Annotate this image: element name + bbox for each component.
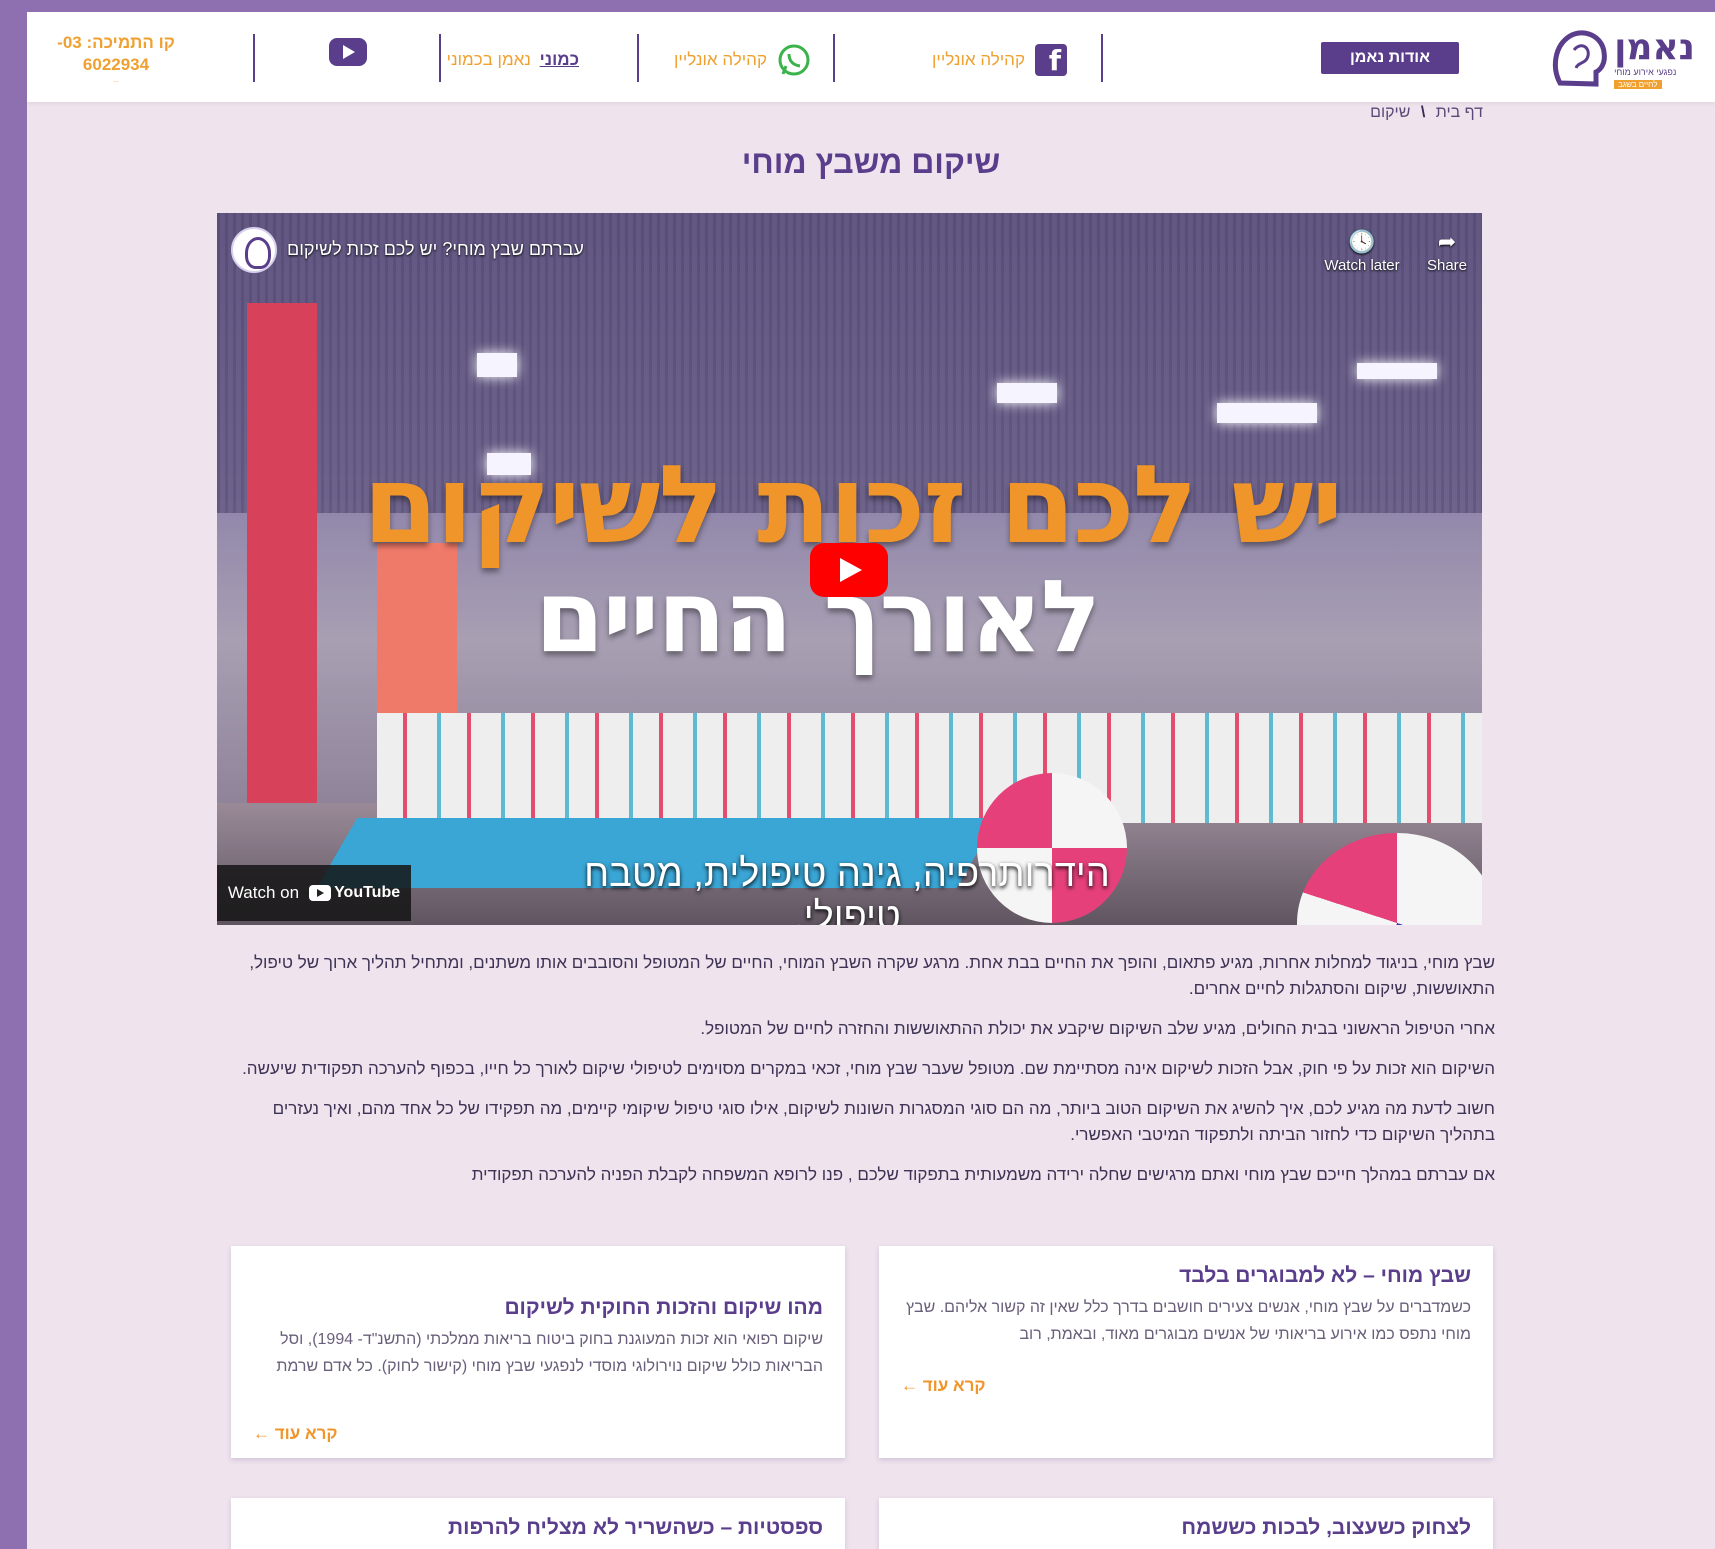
video-caption: הידרותרפיה, גינה טיפולית, מטבח טיפולי. (584, 853, 1110, 925)
article-body: שבץ מוחי, בניגוד למחלות אחרות, מגיע פתאו… (225, 950, 1495, 1202)
support-label: קו התמיכה: 03- (57, 33, 175, 52)
support-line[interactable]: קו התמיכה: 03- 6022934 ... (51, 32, 181, 86)
page-title: שיקום משבץ מוחי (741, 144, 1001, 180)
article-card[interactable]: שבץ מוחי – לא למבוגרים בלבד כשמדברים על … (879, 1246, 1493, 1458)
whatsapp-community-link[interactable]: קהילה אונליין (674, 40, 811, 80)
youtube-wordmark: YouTube (334, 884, 401, 901)
article-paragraph: אם עברתם במהלך חייכם שבץ מוחי ואתם מרגיש… (471, 1165, 1495, 1184)
facebook-community-link[interactable]: f קהילה אונליין (932, 40, 1067, 80)
logo-name: נאמן (1614, 26, 1695, 68)
header-divider (637, 34, 639, 82)
share-button[interactable]: ➦ Share (1402, 227, 1482, 274)
kamoni-link[interactable]: כמוני נאמן בכמוני (447, 40, 579, 80)
watch-on-label: Watch on (227, 883, 300, 902)
read-more-link[interactable]: קרא עוד ← (901, 1376, 986, 1396)
head-logo-icon (1552, 30, 1607, 87)
card-title[interactable]: ספסטיות – כשהשריר לא מצליח להרפות (253, 1516, 823, 1540)
logo-sub: נפגעי אירוע מוחי (1614, 66, 1677, 77)
video-embed[interactable]: עברתם שבץ מוחי? יש לכם זכות לשיקום 🕓 Wat… (217, 213, 1482, 925)
article-card[interactable]: מהו שיקום והזכות החוקית לשיקום שיקום רפו… (231, 1246, 845, 1458)
header-divider (439, 34, 441, 82)
article-paragraph: שבץ מוחי, בניגוד למחלות אחרות, מגיע פתאו… (249, 953, 1495, 998)
video-scene-light (477, 353, 517, 377)
logo-tag: לחיים בשגב (1614, 79, 1662, 89)
header-divider (833, 34, 835, 82)
breadcrumb-current: שיקום (1370, 104, 1411, 121)
share-label: Share (1426, 257, 1468, 274)
support-small-text: ... (113, 77, 119, 84)
channel-avatar-icon[interactable] (231, 227, 277, 273)
article-card[interactable]: ספסטיות – כשהשריר לא מצליח להרפות (231, 1498, 845, 1549)
kamoni-brand: כמוני (539, 50, 579, 69)
video-scene-light (997, 383, 1057, 403)
youtube-play-icon (309, 885, 332, 901)
facebook-icon: f (1035, 44, 1067, 76)
whatsapp-icon (778, 44, 810, 76)
read-more-link[interactable]: קרא עוד ← (253, 1424, 338, 1444)
youtube-icon[interactable] (329, 38, 367, 66)
article-paragraph: השיקום הוא זכות על פי חוק, אבל הזכות לשי… (242, 1059, 1495, 1078)
page-frame: נאמן נפגעי אירוע מוחי לחיים בשגב אודות נ… (27, 12, 1715, 1549)
card-text: כשמדברים על שבץ מוחי, אנשים צעירים חושבי… (905, 1299, 1471, 1343)
breadcrumb: דף בית \ שיקום (1370, 104, 1483, 122)
video-scene-light (1357, 363, 1437, 379)
site-logo[interactable]: נאמן נפגעי אירוע מוחי לחיים בשגב (1545, 24, 1695, 94)
about-button[interactable]: אודות נאמן (1321, 42, 1459, 74)
support-number: 6022934 (82, 55, 150, 74)
breadcrumb-home[interactable]: דף בית (1436, 104, 1483, 121)
header-divider (1101, 34, 1103, 82)
kamoni-label: כמוני נאמן בכמוני (447, 50, 579, 70)
header-divider (253, 34, 255, 82)
watch-on-youtube-button[interactable]: Watch on YouTube (217, 865, 411, 921)
card-title[interactable]: לצחוק כשעצוב, לבכות כששמח (901, 1516, 1471, 1540)
clock-icon: 🕓 (1348, 229, 1376, 254)
video-scene-light (1217, 403, 1317, 423)
whatsapp-label: קהילה אונליין (673, 50, 767, 69)
article-paragraph: חשוב לדעת מה מגיע לכם, איך להשיג את השיק… (272, 1099, 1495, 1144)
site-header: נאמן נפגעי אירוע מוחי לחיים בשגב אודות נ… (27, 12, 1715, 102)
watch-later-button[interactable]: 🕓 Watch later (1317, 227, 1407, 274)
video-scene-pool (377, 713, 1482, 823)
facebook-label: קהילה אונליין (931, 50, 1025, 69)
share-icon: ➦ (1437, 229, 1457, 254)
video-title[interactable]: עברתם שבץ מוחי? יש לכם זכות לשיקום (287, 239, 584, 260)
article-card[interactable]: לצחוק כשעצוב, לבכות כששמח (879, 1498, 1493, 1549)
card-text: שיקום רפואי הוא זכות המעוגנת בחוק ביטוח … (276, 1331, 823, 1375)
play-button[interactable] (810, 543, 888, 597)
watch-later-label: Watch later (1324, 257, 1400, 274)
card-title[interactable]: מהו שיקום והזכות החוקית לשיקום (253, 1296, 823, 1320)
breadcrumb-separator: \ (1420, 104, 1426, 121)
card-title[interactable]: שבץ מוחי – לא למבוגרים בלבד (901, 1264, 1471, 1288)
logo-text: נאמן נפגעי אירוע מוחי לחיים בשגב (1614, 26, 1695, 89)
article-paragraph: אחרי הטיפול הראשוני בבית החולים, מגיע של… (700, 1019, 1495, 1038)
kamoni-text: נאמן בכמוני (446, 50, 531, 69)
youtube-logo: YouTube (309, 884, 400, 902)
